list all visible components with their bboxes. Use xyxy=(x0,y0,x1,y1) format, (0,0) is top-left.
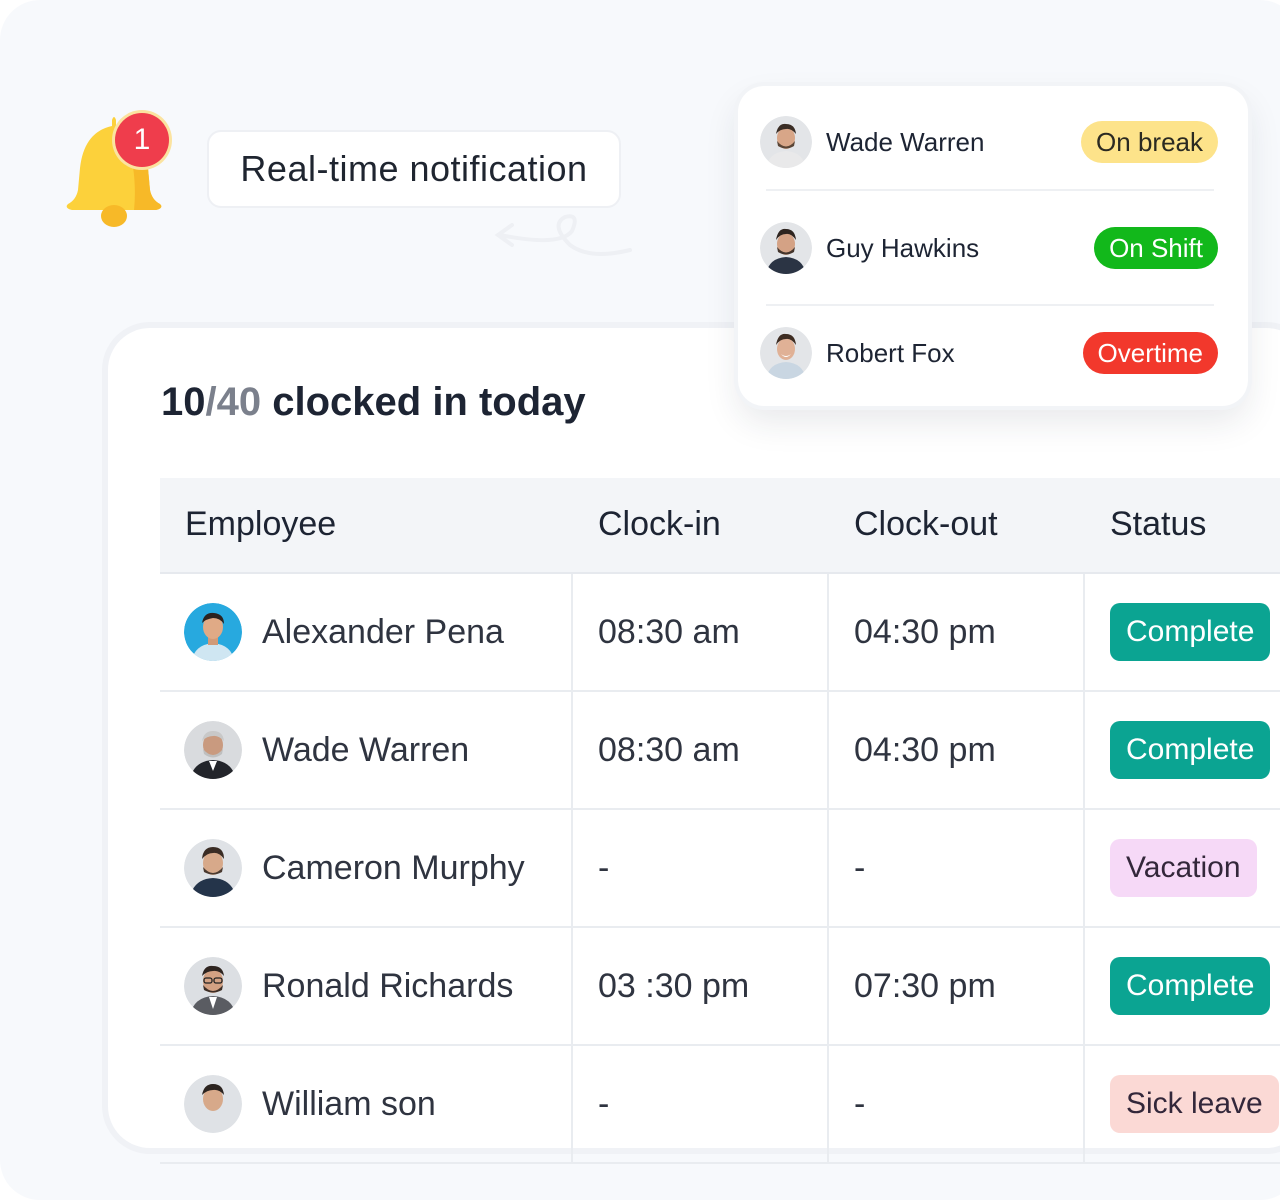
status-popup-item[interactable]: Robert Fox Overtime xyxy=(760,301,1218,405)
table-row[interactable]: Ronald Richards 03 :30 pm 07:30 pm Compl… xyxy=(160,928,1280,1046)
header-clock-in: Clock-in xyxy=(598,505,721,543)
clock-in-time: - xyxy=(598,1084,610,1123)
avatar xyxy=(760,116,812,168)
table-row[interactable]: William son - - Sick leave xyxy=(160,1046,1280,1164)
clock-out-time: 07:30 pm xyxy=(854,966,996,1005)
avatar xyxy=(184,839,242,897)
avatar xyxy=(184,603,242,661)
summary-separator: / xyxy=(205,380,217,424)
avatar xyxy=(184,721,242,779)
header-status: Status xyxy=(1110,505,1207,543)
avatar xyxy=(184,957,242,1015)
clocked-in-summary: 10/40 clocked in today xyxy=(161,380,586,425)
clock-out-time: 04:30 pm xyxy=(854,730,996,769)
popup-status-badge: On break xyxy=(1081,121,1218,163)
popup-employee-name: Wade Warren xyxy=(826,126,985,157)
status-badge: Complete xyxy=(1110,957,1271,1015)
status-popup-item[interactable]: Wade Warren On break xyxy=(760,90,1218,194)
employee-name: Ronald Richards xyxy=(262,966,514,1005)
table-header: Employee Clock-in Clock-out Status xyxy=(160,478,1280,574)
header-employee: Employee xyxy=(185,505,337,543)
status-badge: Complete xyxy=(1110,603,1271,661)
clock-in-time: - xyxy=(598,848,610,887)
status-badge: Complete xyxy=(1110,721,1271,779)
clock-in-time: 03 :30 pm xyxy=(598,966,750,1005)
status-popup-item[interactable]: Guy Hawkins On Shift xyxy=(760,196,1218,300)
status-badge: Sick leave xyxy=(1110,1075,1279,1133)
clock-out-time: - xyxy=(854,848,866,887)
status-badge: Vacation xyxy=(1110,839,1257,897)
curved-arrow-icon xyxy=(494,214,632,256)
header-clock-out: Clock-out xyxy=(854,505,998,543)
popup-status-badge: Overtime xyxy=(1082,332,1218,374)
popup-status-badge: On Shift xyxy=(1094,227,1218,269)
table-row[interactable]: Alexander Pena 08:30 am 04:30 pm Complet… xyxy=(160,574,1280,692)
attendance-table: Employee Clock-in Clock-out Status Alexa… xyxy=(160,478,1280,1164)
clock-in-time: 08:30 am xyxy=(598,612,740,651)
notification-count-badge: 1 xyxy=(115,113,169,167)
notification-label: Real-time notification xyxy=(207,130,621,208)
clocked-in-count: 10 xyxy=(161,380,206,424)
total-employee-count: 40 xyxy=(216,380,262,424)
clock-out-time: - xyxy=(854,1084,866,1123)
employee-name: Alexander Pena xyxy=(262,612,504,651)
popup-employee-name: Robert Fox xyxy=(826,337,955,368)
employee-name: Wade Warren xyxy=(262,730,470,769)
table-row[interactable]: Wade Warren 08:30 am 04:30 pm Complete xyxy=(160,692,1280,810)
popup-employee-name: Guy Hawkins xyxy=(826,232,980,263)
clock-out-time: 04:30 pm xyxy=(854,612,996,651)
live-status-popup: Wade Warren On break Guy Hawkins On Shif… xyxy=(738,86,1248,406)
employee-name: Cameron Murphy xyxy=(262,848,525,887)
summary-suffix: clocked in today xyxy=(261,380,586,424)
clock-in-time: 08:30 am xyxy=(598,730,740,769)
avatar xyxy=(760,222,812,274)
employee-name: William son xyxy=(262,1084,436,1123)
avatar xyxy=(760,327,812,379)
table-row[interactable]: Cameron Murphy - - Vacation xyxy=(160,810,1280,928)
avatar xyxy=(184,1075,242,1133)
